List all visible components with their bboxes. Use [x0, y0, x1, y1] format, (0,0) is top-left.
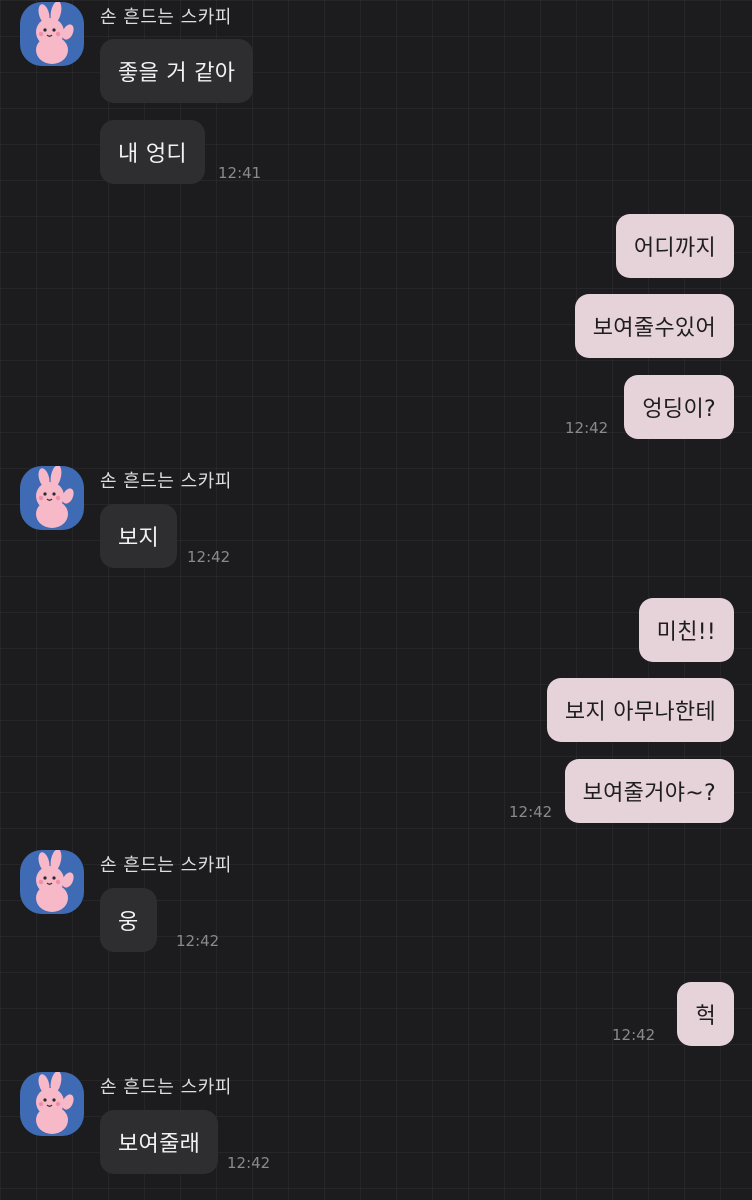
incoming-message-bubble[interactable]: 보여줄래: [100, 1110, 219, 1174]
avatar-icon[interactable]: [20, 1072, 84, 1136]
waving-pink-rabbit-icon: [36, 466, 74, 528]
avatar-icon[interactable]: [20, 850, 84, 914]
incoming-message-bubble[interactable]: 웅: [100, 888, 157, 952]
outgoing-message-bubble[interactable]: 보지 아무나한테: [546, 678, 734, 742]
sender-name: 손 흔드는 스카피: [100, 7, 232, 28]
outgoing-message-bubble[interactable]: 보여줄거야~?: [564, 759, 734, 823]
outgoing-message-bubble[interactable]: 보여줄수있어: [574, 294, 734, 358]
sender-name: 손 흔드는 스카피: [100, 1077, 232, 1098]
message-timestamp: 12:41: [218, 164, 262, 182]
message-timestamp: 12:42: [565, 419, 609, 437]
outgoing-message-bubble[interactable]: 엉딩이?: [624, 375, 734, 439]
waving-pink-rabbit-icon: [36, 1072, 74, 1134]
message-timestamp: 12:42: [176, 932, 220, 950]
avatar-icon[interactable]: [20, 466, 84, 530]
message-timestamp: 12:42: [612, 1026, 656, 1044]
waving-pink-rabbit-icon: [36, 2, 74, 64]
message-timestamp: 12:42: [509, 803, 553, 821]
incoming-message-bubble[interactable]: 좋을 거 같아: [100, 39, 254, 103]
outgoing-message-bubble[interactable]: 어디까지: [615, 214, 734, 278]
sender-name: 손 흔드는 스카피: [100, 855, 232, 876]
incoming-message-bubble[interactable]: 보지: [100, 504, 178, 568]
sender-name: 손 흔드는 스카피: [100, 471, 232, 492]
incoming-message-bubble[interactable]: 내 엉디: [100, 120, 205, 184]
avatar-icon[interactable]: [20, 2, 84, 66]
outgoing-message-bubble[interactable]: 미친!!: [638, 598, 734, 662]
outgoing-message-bubble[interactable]: 헉: [677, 982, 734, 1046]
message-timestamp: 12:42: [187, 548, 231, 566]
message-timestamp: 12:42: [227, 1154, 271, 1172]
waving-pink-rabbit-icon: [36, 850, 74, 912]
